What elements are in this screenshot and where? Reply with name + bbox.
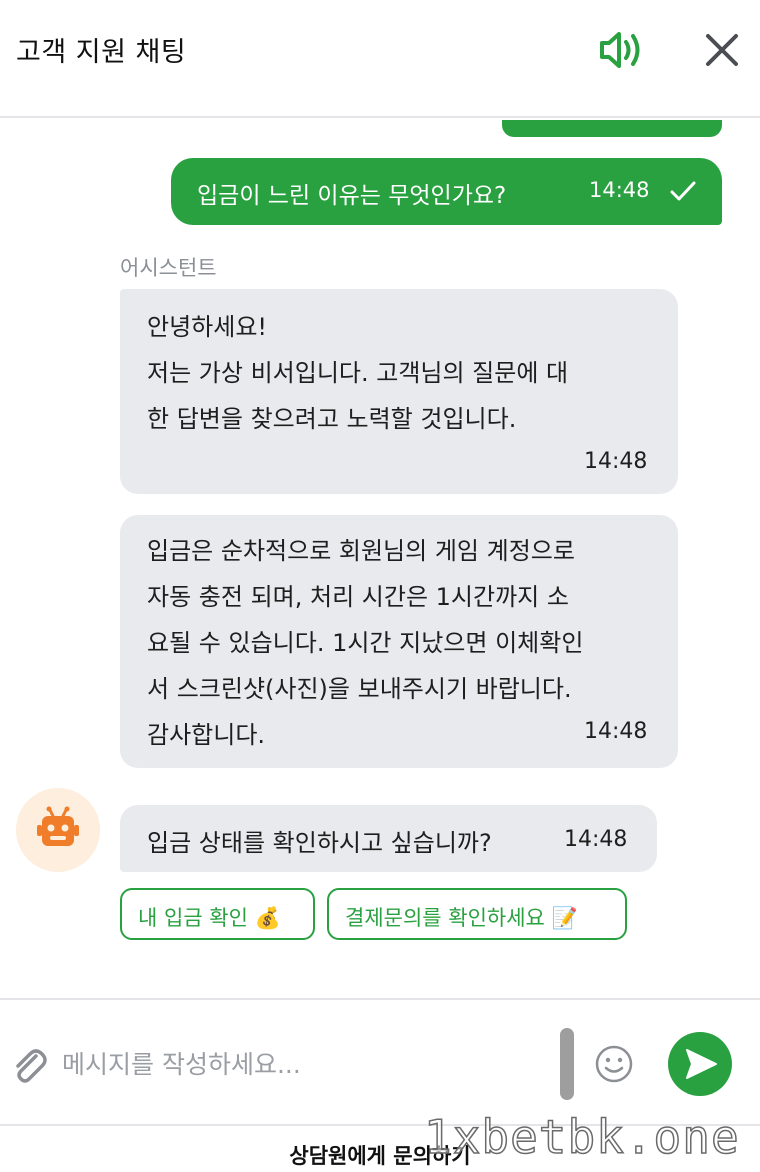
- assistant-sender-name: 어시스턴트: [120, 256, 217, 280]
- robot-icon: [37, 806, 79, 846]
- emoji-button[interactable]: [594, 1044, 634, 1084]
- outgoing-message: 입금이 느린 이유는 무엇인가요? 14:48: [171, 158, 722, 225]
- quick-reply-label: 내 입금 확인 💰: [138, 906, 281, 930]
- close-button[interactable]: [700, 28, 744, 72]
- chat-title: 고객 지원 채팅: [16, 37, 187, 68]
- message-line: 안녕하세요!: [147, 313, 268, 341]
- message-line: 서 스크린샷(사진)을 보내주시기 바랍니다.: [147, 675, 572, 703]
- message-line: 저는 가상 비서입니다. 고객님의 질문에 대: [147, 359, 569, 387]
- input-scrollbar[interactable]: [560, 1028, 574, 1100]
- speaker-volume-icon: [600, 32, 640, 68]
- read-check-icon: [670, 181, 696, 201]
- assistant-message: 입금은 순차적으로 회원님의 게임 계정으로 자동 충전 되며, 처리 시간은 …: [120, 515, 678, 768]
- site-watermark: 1xbetbk.one: [423, 1109, 740, 1165]
- send-icon: [686, 1049, 717, 1079]
- message-time: 14:48: [584, 719, 648, 744]
- bot-avatar: [16, 788, 100, 872]
- message-line: 입금은 순차적으로 회원님의 게임 계정으로: [147, 537, 575, 565]
- message-time: 14:48: [584, 449, 648, 474]
- attach-button[interactable]: [10, 1044, 48, 1086]
- message-line: 입금 상태를 확인하시고 싶습니까?: [147, 829, 492, 857]
- message-line: 감사합니다.: [147, 721, 266, 749]
- message-composer: [0, 998, 760, 1126]
- previous-message-bubble: [502, 120, 722, 137]
- quick-reply-payment-inquiry-button[interactable]: 결제문의를 확인하세요 📝: [327, 888, 627, 940]
- message-input[interactable]: [62, 1040, 542, 1088]
- message-line: 요될 수 있습니다. 1시간 지났으면 이체확인: [147, 629, 584, 657]
- message-list[interactable]: 입금이 느린 이유는 무엇인가요? 14:48 어시스턴트 안녕하세요! 저는 …: [0, 120, 760, 998]
- close-icon: [706, 34, 738, 66]
- quick-reply-label: 결제문의를 확인하세요 📝: [345, 906, 578, 930]
- outgoing-message-time: 14:48: [589, 178, 650, 202]
- chat-header: 고객 지원 채팅: [0, 0, 760, 118]
- send-button[interactable]: [668, 1032, 732, 1096]
- paperclip-icon: [16, 1049, 47, 1083]
- message-line: 자동 충전 되며, 처리 시간은 1시간까지 소: [147, 583, 569, 611]
- assistant-message: 안녕하세요! 저는 가상 비서입니다. 고객님의 질문에 대 한 답변을 찾으려…: [120, 289, 678, 494]
- outgoing-message-text: 입금이 느린 이유는 무엇인가요?: [197, 183, 507, 209]
- message-line: 한 답변을 찾으려고 노력할 것입니다.: [147, 405, 517, 433]
- message-time: 14:48: [564, 827, 628, 852]
- sound-toggle-button[interactable]: [598, 28, 646, 72]
- smile-icon: [595, 1045, 633, 1083]
- assistant-message: 입금 상태를 확인하시고 싶습니까? 14:48: [120, 805, 657, 872]
- quick-reply-my-deposit-button[interactable]: 내 입금 확인 💰: [120, 888, 315, 940]
